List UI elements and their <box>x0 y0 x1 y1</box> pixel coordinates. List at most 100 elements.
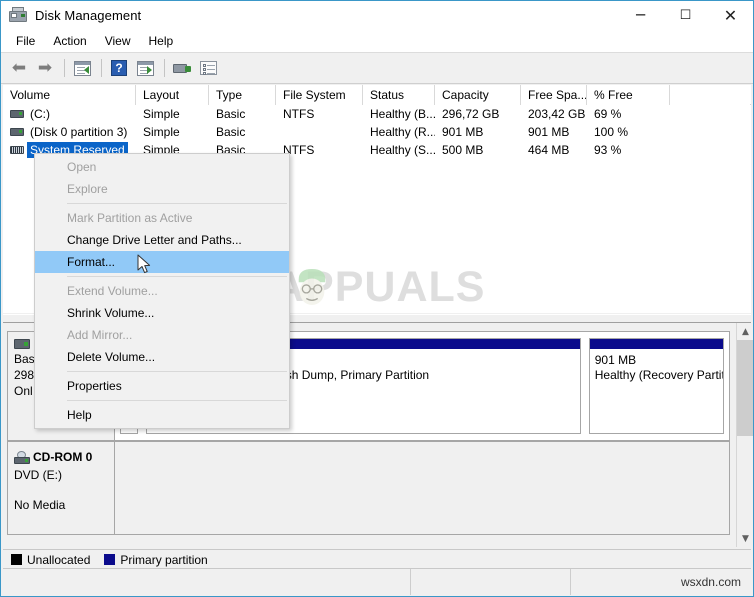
cd-rom-icon <box>14 450 30 464</box>
menu-view[interactable]: View <box>96 32 140 50</box>
column-header-status[interactable]: Status <box>363 85 435 105</box>
context-menu-item-explore[interactable]: Explore <box>35 178 289 200</box>
capacity-cell: 296,72 GB <box>442 107 500 121</box>
maximize-button[interactable]: ☐ <box>663 1 708 30</box>
legend-label-unallocated: Unallocated <box>27 552 91 567</box>
menu-help[interactable]: Help <box>140 32 183 50</box>
titlebar: Disk Management ─ ☐ ✕ <box>1 1 753 30</box>
cd-rom-0-letter: DVD (E:) <box>14 468 62 482</box>
cd-rom-0-name: CD-ROM 0 <box>33 450 93 464</box>
status-segment-3: wsxdn.com <box>680 574 741 589</box>
table-row[interactable]: (Disk 0 partition 3) Simple Basic Health… <box>3 123 751 141</box>
cd-rom-0-status: No Media <box>14 498 66 512</box>
context-menu-item-mark-partition-as-active[interactable]: Mark Partition as Active <box>35 207 289 229</box>
volume-cell[interactable]: (Disk 0 partition 3) <box>3 123 136 141</box>
cd-rom-0-spacer <box>14 483 108 497</box>
volume-label: (C:) <box>30 107 50 121</box>
context-menu-separator-1 <box>67 203 287 204</box>
context-menu-item-help[interactable]: Help <box>35 404 289 426</box>
menubar: File Action View Help <box>1 30 753 52</box>
capacity-cell: 901 MB <box>442 125 484 139</box>
percent-free-cell: 69 % <box>594 107 622 121</box>
percent-free-cell: 100 % <box>594 125 629 139</box>
layout-cell: Simple <box>143 107 180 121</box>
toolbar: ⬅ ➡ ? <box>1 52 753 84</box>
context-menu-item-extend-volume[interactable]: Extend Volume... <box>35 280 289 302</box>
show-console-tree-button[interactable] <box>70 56 94 80</box>
legend-swatch-primary-partition <box>104 554 116 565</box>
context-menu: Open Explore Mark Partition as Active Ch… <box>34 153 290 429</box>
context-menu-item-shrink-volume[interactable]: Shrink Volume... <box>35 302 289 324</box>
free-space-cell: 901 MB <box>528 125 570 139</box>
properties-button[interactable] <box>196 56 220 80</box>
free-space-cell: 203,42 GB <box>528 107 586 121</box>
window-controls: ─ ☐ ✕ <box>618 1 753 30</box>
legend-swatch-unallocated <box>11 554 22 565</box>
cd-rom-0-title: CD-ROM 0 <box>14 449 108 465</box>
graphical-view-scrollbar[interactable]: ▲ ▼ <box>736 323 753 547</box>
show-console-tree-icon <box>73 60 91 76</box>
show-action-pane-button[interactable] <box>133 56 157 80</box>
file-system-cell: NTFS <box>283 107 315 121</box>
scroll-up-icon[interactable]: ▲ <box>737 323 753 340</box>
status-cell: Healthy (R... <box>370 125 435 139</box>
show-action-pane-icon <box>136 60 154 76</box>
back-icon: ⬅ <box>11 57 27 78</box>
column-header-file-system[interactable]: File System <box>276 85 363 105</box>
partition-text: 901 MB Healthy (Recovery Partition) <box>590 349 723 387</box>
scroll-down-icon[interactable]: ▼ <box>737 530 753 547</box>
legend: Unallocated Primary partition <box>3 549 751 569</box>
volume-drive-icon <box>10 128 24 136</box>
column-header-free-space[interactable]: Free Spa... <box>521 85 587 105</box>
rescan-disks-button[interactable] <box>170 56 194 80</box>
status-cell: Healthy (B... <box>370 107 435 121</box>
context-menu-item-add-mirror[interactable]: Add Mirror... <box>35 324 289 346</box>
toolbar-separator-1 <box>64 59 65 77</box>
help-button[interactable]: ? <box>107 56 131 80</box>
help-icon: ? <box>111 60 127 76</box>
close-button[interactable]: ✕ <box>708 1 753 30</box>
disk-management-icon <box>9 6 27 25</box>
column-header-layout[interactable]: Layout <box>136 85 209 105</box>
context-menu-separator-3 <box>67 371 287 372</box>
toolbar-separator-2 <box>101 59 102 77</box>
context-menu-item-format[interactable]: Format... <box>35 251 289 273</box>
volume-list-body: (C:) Simple Basic NTFS Healthy (B... 296… <box>3 105 751 159</box>
volume-cell[interactable]: (C:) <box>3 105 136 123</box>
forward-icon: ➡ <box>37 57 53 78</box>
table-row[interactable]: (C:) Simple Basic NTFS Healthy (B... 296… <box>3 105 751 123</box>
context-menu-item-open[interactable]: Open <box>35 156 289 178</box>
column-header-spacer <box>670 85 750 105</box>
file-system-cell <box>276 123 363 141</box>
percent-free-cell: 93 % <box>594 143 622 157</box>
window-title: Disk Management <box>35 8 142 23</box>
back-button[interactable]: ⬅ <box>7 56 31 80</box>
layout-cell: Simple <box>143 125 180 139</box>
context-menu-separator-4 <box>67 400 287 401</box>
forward-button[interactable]: ➡ <box>33 56 57 80</box>
partition-line-2: Healthy (Recovery Partition) <box>594 368 723 382</box>
status-segment-2 <box>411 568 571 595</box>
recovery-partition[interactable]: 901 MB Healthy (Recovery Partition) <box>588 338 724 434</box>
minimize-button[interactable]: ─ <box>618 1 663 30</box>
volume-list-header: Volume Layout Type File System Status Ca… <box>3 85 751 105</box>
menu-file[interactable]: File <box>7 32 44 50</box>
context-menu-item-properties[interactable]: Properties <box>35 375 289 397</box>
context-menu-item-change-drive-letter-and-paths[interactable]: Change Drive Letter and Paths... <box>35 229 289 251</box>
column-header-type[interactable]: Type <box>209 85 276 105</box>
column-header-capacity[interactable]: Capacity <box>435 85 521 105</box>
free-space-cell: 464 MB <box>528 143 570 157</box>
status-segment-1 <box>3 568 411 595</box>
toolbar-separator-3 <box>164 59 165 77</box>
type-cell: Basic <box>216 107 246 121</box>
column-header-percent-free[interactable]: % Free <box>587 85 670 105</box>
context-menu-item-delete-volume[interactable]: Delete Volume... <box>35 346 289 368</box>
column-header-volume[interactable]: Volume <box>3 85 136 105</box>
cd-rom-0-info[interactable]: CD-ROM 0 DVD (E:) No Media <box>7 441 115 535</box>
cd-rom-0-row[interactable]: CD-ROM 0 DVD (E:) No Media <box>7 441 730 535</box>
type-cell: Basic <box>216 125 246 139</box>
scrollbar-thumb[interactable] <box>737 340 753 436</box>
partition-bar <box>589 339 723 349</box>
statusbar: wsxdn.com <box>3 568 751 595</box>
menu-action[interactable]: Action <box>44 32 95 50</box>
